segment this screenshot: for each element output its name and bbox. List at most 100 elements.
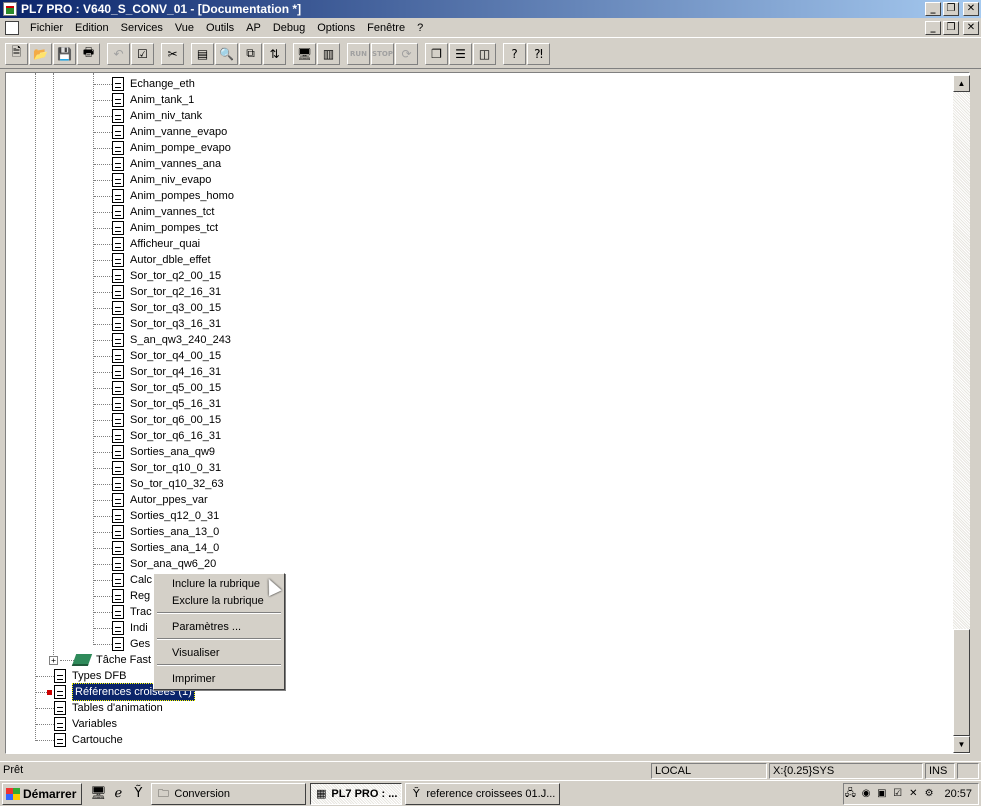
stop-button[interactable]: STOP bbox=[371, 42, 394, 65]
documentation-tree[interactable]: Echange_eth Anim_tank_1 Anim_niv_tank Anim_… bbox=[5, 72, 970, 754]
ctx-visualize[interactable]: Visualiser bbox=[172, 646, 220, 660]
init-button[interactable]: ⟳ bbox=[395, 42, 418, 65]
cut-button[interactable]: ✂ bbox=[161, 42, 184, 65]
help-button[interactable]: ? bbox=[503, 42, 526, 65]
ctx-include-section[interactable]: Inclure la rubrique bbox=[172, 577, 260, 591]
tree-item-fast-task[interactable]: + Tâche Fast bbox=[49, 652, 151, 668]
menu-vue[interactable]: Vue bbox=[169, 18, 200, 38]
tree-item-section[interactable]: Sor_tor_q3_00_15 bbox=[94, 300, 221, 316]
tree-item-section[interactable]: S_an_qw3_240_243 bbox=[94, 332, 231, 348]
monitor-tray-icon[interactable]: ▣ bbox=[875, 787, 888, 801]
tree-item-section[interactable]: Sor_tor_q3_16_31 bbox=[94, 316, 221, 332]
tile-vertical-button[interactable]: ◫ bbox=[473, 42, 496, 65]
settings-tray-icon[interactable]: ⚙ bbox=[923, 787, 936, 801]
tree-item-section[interactable]: Sor_tor_q2_16_31 bbox=[94, 284, 221, 300]
tree-item-section[interactable]: Anim_pompes_homo bbox=[94, 188, 234, 204]
print-button[interactable]: 🖶 bbox=[77, 42, 100, 65]
tree-item-section[interactable]: Calc bbox=[94, 572, 152, 588]
menu-fenetre[interactable]: Fenêtre bbox=[361, 18, 411, 38]
menu-debug[interactable]: Debug bbox=[267, 18, 311, 38]
scroll-down-button[interactable]: ▼ bbox=[953, 736, 970, 753]
tree-item-section[interactable]: Sor_tor_q6_16_31 bbox=[94, 428, 221, 444]
find-button[interactable]: 🔍 bbox=[215, 42, 238, 65]
task-conversion[interactable]: 🗀 Conversion bbox=[151, 782, 307, 805]
tree-item-section[interactable]: Sorties_ana_qw9 bbox=[94, 444, 215, 460]
tree-item-section[interactable]: Sor_ana_qw6_20 bbox=[94, 556, 216, 572]
tree-item-section[interactable]: Anim_pompes_tct bbox=[94, 220, 218, 236]
vertical-scrollbar[interactable]: ▲ ▼ bbox=[953, 75, 970, 753]
restore-button[interactable]: ❐ bbox=[943, 2, 959, 16]
ie-quicklaunch-icon[interactable]: ℯ bbox=[108, 784, 128, 804]
task-pl7pro[interactable]: ▦ PL7 PRO : ... bbox=[310, 782, 403, 805]
menu-services[interactable]: Services bbox=[115, 18, 169, 38]
tree-item-section[interactable]: Autor_dble_effet bbox=[94, 252, 211, 268]
tree-item-section[interactable]: Indi bbox=[94, 620, 148, 636]
menu-options[interactable]: Options bbox=[311, 18, 361, 38]
tree-item-section[interactable]: Sorties_ana_13_0 bbox=[94, 524, 219, 540]
replace-button[interactable]: ⧉ bbox=[239, 42, 262, 65]
doc-close-button[interactable]: ✕ bbox=[963, 21, 979, 35]
new-document-button[interactable]: 🗎 bbox=[5, 42, 28, 65]
tree-item-root[interactable]: Cartouche bbox=[36, 732, 123, 748]
checklist-tray-icon[interactable]: ☑ bbox=[891, 787, 904, 801]
run-button[interactable]: RUN bbox=[347, 42, 370, 65]
doc-restore-button[interactable]: ❐ bbox=[943, 21, 959, 35]
expand-plus-icon[interactable]: + bbox=[49, 655, 58, 665]
desktop-quicklaunch-icon[interactable]: 🖥 bbox=[88, 784, 108, 804]
tree-item-section[interactable]: Sor_tor_q5_16_31 bbox=[94, 396, 221, 412]
tree-item-section[interactable]: Anim_tank_1 bbox=[94, 92, 194, 108]
ctx-parameters[interactable]: Paramètres ... bbox=[172, 620, 241, 634]
tree-item-section[interactable]: Anim_niv_evapo bbox=[94, 172, 211, 188]
minimize-button[interactable]: _ bbox=[925, 2, 941, 16]
tile-horizontal-button[interactable]: ☰ bbox=[449, 42, 472, 65]
tree-item-section[interactable]: Sor_tor_q4_16_31 bbox=[94, 364, 221, 380]
tree-item-section[interactable]: Anim_vannes_ana bbox=[94, 156, 221, 172]
tree-item-section[interactable]: Sor_tor_q10_0_31 bbox=[94, 460, 221, 476]
tree-item-section[interactable]: So_tor_q10_32_63 bbox=[94, 476, 224, 492]
tree-item-section[interactable]: Sor_tor_q2_00_15 bbox=[94, 268, 221, 284]
animation-table-button[interactable]: ▥ bbox=[317, 42, 340, 65]
transfer-button[interactable]: ⇅ bbox=[263, 42, 286, 65]
tree-item-section[interactable]: Ges bbox=[94, 636, 150, 652]
tree-item-section[interactable]: Reg bbox=[94, 588, 150, 604]
app-quicklaunch-icon[interactable]: Ỹ bbox=[128, 784, 148, 804]
tree-item-root[interactable]: Variables bbox=[36, 716, 117, 732]
menu-help[interactable]: ? bbox=[411, 18, 429, 38]
document-icon[interactable] bbox=[5, 20, 19, 35]
tree-item-section[interactable]: Afficheur_quai bbox=[94, 236, 200, 252]
tree-item-section[interactable]: Trac bbox=[94, 604, 152, 620]
tree-item-section[interactable]: Sor_tor_q4_00_15 bbox=[94, 348, 221, 364]
task-reference[interactable]: Ỹ reference croissees 01.J... bbox=[405, 782, 561, 805]
tree-item-section[interactable]: Anim_niv_tank bbox=[94, 108, 202, 124]
tree-item-root[interactable]: Types DFB bbox=[36, 668, 126, 684]
tree-item-section[interactable]: Autor_ppes_var bbox=[94, 492, 208, 508]
open-folder-button[interactable]: 📂 bbox=[29, 42, 52, 65]
tree-item-section[interactable]: Anim_vanne_evapo bbox=[94, 124, 227, 140]
menu-edition[interactable]: Edition bbox=[69, 18, 115, 38]
validate-button[interactable]: ☑ bbox=[131, 42, 154, 65]
undo-button[interactable]: ↶ bbox=[107, 42, 130, 65]
start-button[interactable]: Démarrer bbox=[2, 782, 83, 805]
tree-item-section[interactable]: Anim_vannes_tct bbox=[94, 204, 214, 220]
tree-item-section[interactable]: Sor_tor_q6_00_15 bbox=[94, 412, 221, 428]
ctx-exclude-section[interactable]: Exclure la rubrique bbox=[172, 594, 264, 608]
app-icon[interactable] bbox=[3, 2, 17, 16]
connect-button[interactable]: 🖥 bbox=[293, 42, 316, 65]
volume-tray-icon[interactable]: ◉ bbox=[860, 787, 873, 801]
browser-button[interactable]: ▤ bbox=[191, 42, 214, 65]
doc-minimize-button[interactable]: _ bbox=[925, 21, 941, 35]
tree-item-section[interactable]: Sor_tor_q5_00_15 bbox=[94, 380, 221, 396]
menu-fichier[interactable]: Fichier bbox=[24, 18, 69, 38]
cascade-windows-button[interactable]: ❐ bbox=[425, 42, 448, 65]
save-button[interactable]: 💾 bbox=[53, 42, 76, 65]
menu-ap[interactable]: AP bbox=[240, 18, 267, 38]
tree-item-section[interactable]: Sorties_ana_14_0 bbox=[94, 540, 219, 556]
tree-item-section[interactable]: Sorties_q12_0_31 bbox=[94, 508, 219, 524]
context-help-button[interactable]: ⁈ bbox=[527, 42, 550, 65]
tree-item-root[interactable]: Tables d'animation bbox=[36, 700, 163, 716]
network-tray-icon[interactable]: 🖧 bbox=[844, 787, 857, 801]
ctx-print[interactable]: Imprimer bbox=[172, 672, 215, 686]
scroll-up-button[interactable]: ▲ bbox=[953, 75, 970, 92]
status-tray-icon[interactable]: ✕ bbox=[907, 787, 920, 801]
tree-item-section[interactable]: Echange_eth bbox=[94, 76, 195, 92]
